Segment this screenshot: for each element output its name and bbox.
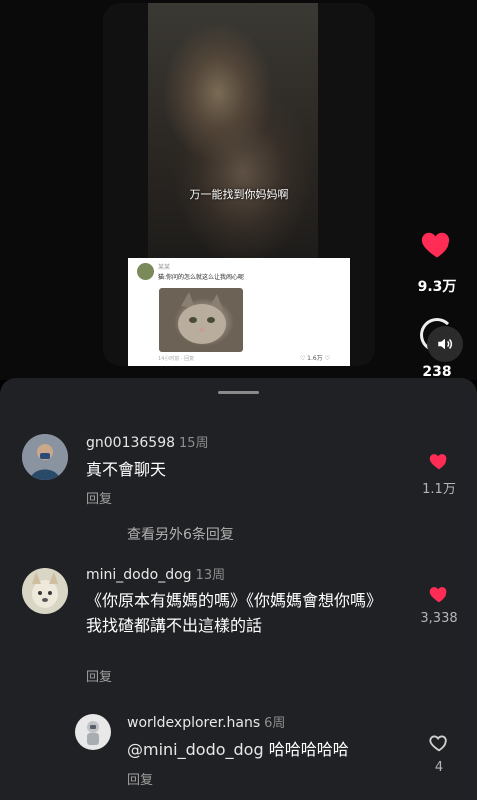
comment-time: 15周 — [179, 436, 209, 451]
embedded-meta: 14小时前 · 回复 — [158, 356, 195, 362]
comment-text: 《你原本有媽媽的嗎》《你媽媽會想你嗎》 我找碴都講不出這樣的話 — [86, 588, 406, 638]
avatar[interactable] — [22, 568, 68, 614]
comment-text: @mini_dodo_dog 哈哈哈哈哈 — [127, 737, 349, 762]
embedded-likes-count: 1.6万 — [307, 355, 323, 362]
embedded-text: 猫:你问的怎么就这么让我闹心呢 — [158, 274, 245, 281]
embedded-avatar — [137, 263, 154, 280]
comment-body: 哈哈哈哈哈 — [263, 740, 349, 759]
video-cat-frame — [148, 3, 318, 258]
embedded-dislike-icon: ♡ — [324, 355, 330, 362]
comment-like[interactable]: 3,338 — [414, 583, 464, 626]
comment-like-count: 4 — [434, 760, 444, 775]
speaker-icon — [438, 338, 453, 350]
username-text[interactable]: mini_dodo_dog — [86, 567, 192, 583]
comment-time: 6周 — [264, 716, 286, 731]
reply-button[interactable]: 回复 — [86, 488, 112, 507]
embedded-likes: ♡ 1.6万 ♡ — [300, 353, 330, 362]
reply-button[interactable]: 回复 — [86, 666, 112, 685]
username-text[interactable]: gn00136598 — [86, 435, 175, 451]
username-text[interactable]: worldexplorer.hans — [127, 715, 260, 731]
embedded-cat-photo — [159, 288, 243, 352]
embedded-comment-card: 某某 猫:你问的怎么就这么让我闹心呢 14小时前 · 回复 ♡ 1.6万 ♡ — [128, 258, 350, 366]
avatar[interactable] — [22, 434, 68, 480]
astronaut-photo-icon — [75, 714, 111, 750]
comment-username[interactable]: worldexplorer.hans 6周 — [127, 712, 285, 731]
comment-like-count: 3,338 — [420, 611, 458, 626]
video-subtitle: 万一能找到你妈妈啊 — [189, 188, 289, 201]
cat-face-icon — [178, 292, 226, 344]
sheet-drag-handle[interactable] — [218, 391, 259, 394]
embedded-heart-icon: ♡ — [299, 355, 306, 362]
comment-line: 《你原本有媽媽的嗎》《你媽媽會想你嗎》 — [86, 591, 383, 610]
view-more-replies-button[interactable]: 查看另外6条回复 — [127, 524, 234, 544]
reply-button[interactable]: 回复 — [127, 769, 153, 788]
comment-line: 我找碴都講不出這樣的話 — [86, 616, 263, 635]
heart-icon — [429, 587, 447, 603]
comment-text: 真不會聊天 — [86, 460, 167, 479]
mention-link[interactable]: @mini_dodo_dog — [127, 740, 264, 759]
embedded-name: 某某 — [158, 264, 171, 271]
comment-username[interactable]: mini_dodo_dog 13周 — [86, 564, 225, 583]
comment-time: 13周 — [195, 568, 226, 583]
comment-like-count: 1.1万 — [422, 482, 456, 497]
dog-photo-icon — [22, 568, 68, 614]
heart-icon — [429, 454, 447, 470]
like-count: 9.3万 — [417, 279, 457, 295]
video-stage: 万一能找到你妈妈啊 某某 猫:你问的怎么就这么让我闹心呢 14小时前 · 回复 … — [0, 0, 477, 380]
like-button[interactable] — [419, 226, 455, 262]
heart-icon — [421, 232, 450, 258]
comment-like[interactable]: 4 — [414, 732, 464, 775]
comment-username[interactable]: gn00136598 15周 — [86, 432, 209, 451]
heart-outline-icon — [429, 735, 447, 752]
user-photo-icon — [22, 434, 68, 480]
comments-sheet[interactable]: gn00136598 15周 真不會聊天 回复 1.1万 查看另外6条回复 mi… — [0, 378, 477, 800]
video-player[interactable]: 万一能找到你妈妈啊 某某 猫:你问的怎么就这么让我闹心呢 14小时前 · 回复 … — [103, 3, 375, 366]
avatar[interactable] — [75, 714, 111, 750]
comment-like[interactable]: 1.1万 — [414, 450, 464, 497]
volume-button[interactable] — [427, 326, 463, 362]
